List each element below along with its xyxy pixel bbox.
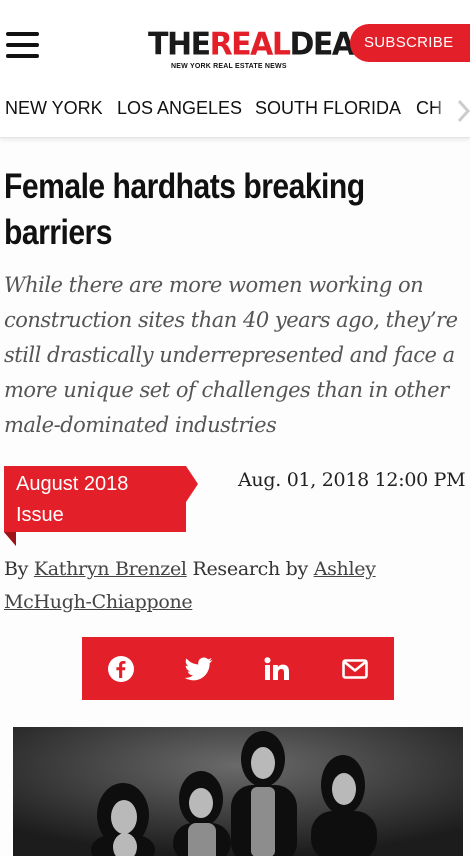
byline-by: By — [4, 558, 29, 580]
site-header: THEREALDEAL NEW YORK REAL ESTATE NEWS SU… — [0, 0, 470, 86]
email-icon[interactable] — [316, 637, 394, 700]
chevron-right-icon[interactable] — [456, 99, 470, 123]
section-nav: NEW YORK LOS ANGELES SOUTH FLORIDA CH — [0, 86, 470, 138]
logo-tagline: NEW YORK REAL ESTATE NEWS — [171, 63, 287, 70]
share-bar — [82, 637, 394, 700]
twitter-icon[interactable] — [160, 637, 238, 700]
nav-item-los-angeles[interactable]: LOS ANGELES — [117, 98, 242, 119]
hamburger-menu-icon[interactable] — [6, 32, 40, 58]
article-headline: Female hardhats breaking barriers — [4, 167, 365, 252]
issue-label: August 2018 Issue — [16, 473, 129, 526]
nav-item-new-york[interactable]: NEW YORK — [5, 98, 103, 119]
subscribe-button[interactable]: SUBSCRIBE — [350, 24, 470, 62]
linkedin-icon[interactable] — [238, 637, 316, 700]
issue-tag[interactable]: August 2018 Issue — [4, 466, 200, 546]
byline: By Kathryn Brenzel Research by Ashley Mc… — [4, 553, 464, 619]
logo-wordmark: THEREALDEAL — [148, 26, 373, 63]
hero-photo — [13, 727, 463, 856]
article-dek: While there are more women working on co… — [4, 273, 458, 437]
nav-item-south-florida[interactable]: SOUTH FLORIDA — [255, 98, 401, 119]
publish-date: Aug. 01, 2018 12:00 PM — [238, 469, 466, 491]
author-link[interactable]: Kathryn Brenzel — [34, 558, 187, 580]
facebook-icon[interactable] — [82, 637, 160, 700]
site-logo[interactable]: THEREALDEAL NEW YORK REAL ESTATE NEWS — [148, 26, 373, 72]
hero-photo-image — [13, 727, 463, 856]
byline-research-by: Research by — [192, 558, 308, 580]
